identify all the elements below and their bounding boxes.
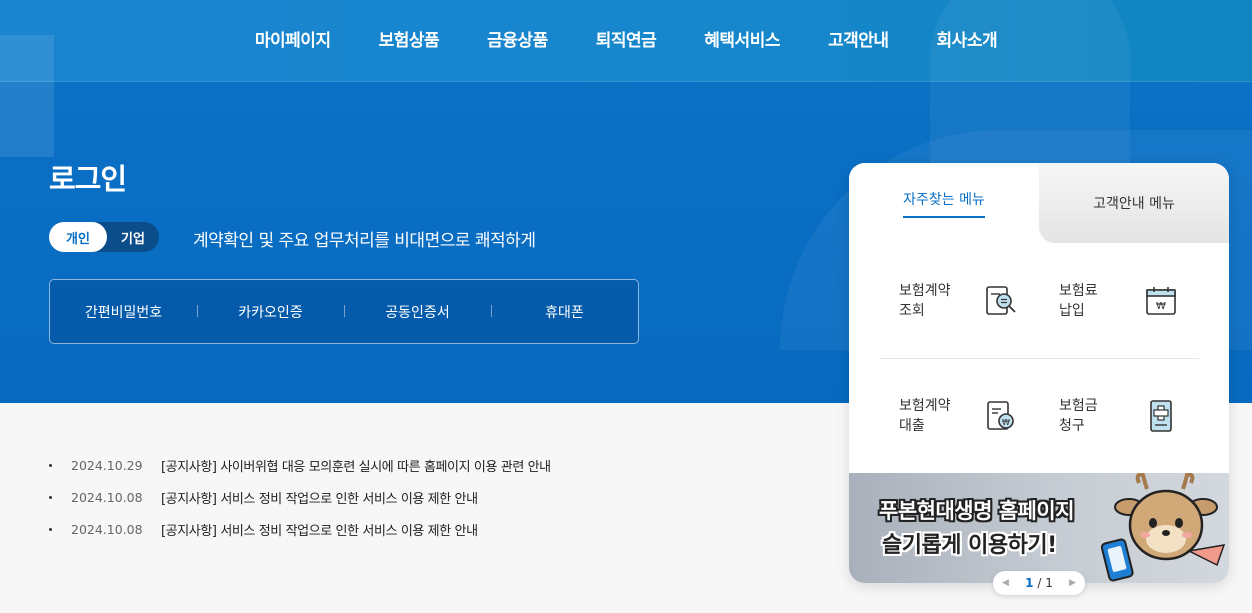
tab-label: 자주찾는 메뉴 [903,189,985,218]
notice-date: 2024.10.29 [71,457,143,473]
svg-text:₩: ₩ [1156,301,1166,312]
page-title: 로그인 [49,162,127,196]
menu-row: 보험계약조회 보험료납입 ₩ [879,243,1199,358]
menu-label-line1: 보험금 [1059,398,1098,414]
auth-method-box: 간편비밀번호 카카오인증 공동인증서 휴대폰 [49,279,639,344]
menu-claim[interactable]: 보험금청구 [1039,396,1199,436]
list-item[interactable]: 2024.10.29 [공지사항] 사이버위협 대응 모의훈련 실시에 따른 홈… [49,449,551,481]
banner-title: 푸본현대생명 홈페이지 [879,499,1075,523]
menu-row: 보험계약대출 ₩ 보험금청구 [879,358,1199,473]
pager-current: 1 [1025,576,1034,590]
login-tagline: 계약확인 및 주요 업무처리를 비대면으로 쾌적하게 [193,231,536,251]
notice-date: 2024.10.08 [71,521,143,537]
pager-separator: / [1033,576,1046,590]
tab-frequent-menu[interactable]: 자주찾는 메뉴 [849,163,1039,243]
list-item[interactable]: 2024.10.08 [공지사항] 서비스 정비 작업으로 인한 서비스 이용 … [49,481,551,513]
pager-total: 1 [1045,576,1053,590]
bullet-icon [49,463,52,467]
prev-arrow-icon[interactable]: ◀ [1002,578,1009,588]
notice-title[interactable]: [공지사항] 서비스 정비 작업으로 인한 서비스 이용 제한 안내 [161,488,478,507]
menu-label-line2: 조회 [899,302,925,319]
user-type-toggle: 개인 기업 [49,222,159,252]
nav-pension[interactable]: 퇴직연금 [572,26,681,51]
menu-label-line1: 보험계약 [899,282,951,299]
notice-date: 2024.10.08 [71,489,143,505]
nav-finance[interactable]: 금융상품 [463,26,572,51]
notice-title[interactable]: [공지사항] 사이버위협 대응 모의훈련 실시에 따른 홈페이지 이용 관련 안… [161,456,551,475]
quick-menu-grid: 보험계약 조회 보험료 납입 ₩ 보험계약 대출 ₩ 보험금 청구 [879,243,1199,473]
bullet-icon [49,495,52,499]
main-nav: 마이페이지 보험상품 금융상품 퇴직연금 혜택서비스 고객안내 회사소개 [0,0,1252,76]
nav-company[interactable]: 회사소개 [913,26,1022,51]
menu-contract-inquiry[interactable]: 보험계약조회 [879,281,1039,321]
menu-label-line2: 납입 [1059,302,1085,319]
nav-mypage[interactable]: 마이페이지 [231,26,355,51]
toggle-corporate[interactable]: 기업 [107,222,159,252]
banner-subtitle: 슬기롭게 이용하기! [882,533,1057,558]
notice-list: 2024.10.29 [공지사항] 사이버위협 대응 모의훈련 실시에 따른 홈… [49,449,551,545]
contract-search-icon [981,281,1021,321]
menu-label-line2: 대출 [899,418,925,434]
menu-label-line1: 보험료 [1059,282,1098,299]
bullet-icon [49,527,52,531]
menu-label: 보험금청구 [1059,396,1141,436]
nav-insurance[interactable]: 보험상품 [355,26,464,51]
menu-label: 보험계약대출 [899,396,981,436]
banner-pager: ◀ 1 / 1 ▶ [993,571,1085,595]
deer-mascot-icon [1100,473,1226,582]
menu-premium-payment[interactable]: 보험료납입 ₩ [1039,281,1199,321]
promo-banner[interactable]: 푸본현대생명 홈페이지 슬기롭게 이용하기! [849,473,1229,583]
menu-label-line2: 청구 [1059,418,1085,434]
svg-text:₩: ₩ [1002,418,1010,427]
contract-loan-icon: ₩ [981,396,1021,436]
pager-count: 1 / 1 [1025,576,1053,590]
payment-calendar-icon: ₩ [1141,281,1181,321]
auth-simple-password[interactable]: 간편비밀번호 [50,302,197,322]
menu-label: 보험계약조회 [899,281,981,321]
menu-contract-loan[interactable]: 보험계약대출 ₩ [879,396,1039,436]
menu-label-line1: 보험계약 [899,398,951,414]
tab-customer-menu[interactable]: 고객안내 메뉴 [1039,163,1229,243]
notice-title[interactable]: [공지사항] 서비스 정비 작업으로 인한 서비스 이용 제한 안내 [161,520,478,539]
toggle-personal[interactable]: 개인 [49,222,107,252]
panel-tabs: 자주찾는 메뉴 고객안내 메뉴 [849,163,1229,243]
auth-kakao[interactable]: 카카오인증 [197,302,344,322]
nav-customer[interactable]: 고객안내 [804,26,913,51]
quick-menu-panel: 자주찾는 메뉴 고객안내 메뉴 보험계약 조회 보험료 납입 ₩ 보험계약 대출 ₩ [849,163,1229,583]
menu-label: 보험료납입 [1059,281,1141,321]
auth-certificate[interactable]: 공동인증서 [344,302,491,322]
list-item[interactable]: 2024.10.08 [공지사항] 서비스 정비 작업으로 인한 서비스 이용 … [49,513,551,545]
next-arrow-icon[interactable]: ▶ [1069,578,1076,588]
nav-benefits[interactable]: 혜택서비스 [680,26,804,51]
auth-mobile[interactable]: 휴대폰 [491,302,638,322]
claim-icon [1141,396,1181,436]
